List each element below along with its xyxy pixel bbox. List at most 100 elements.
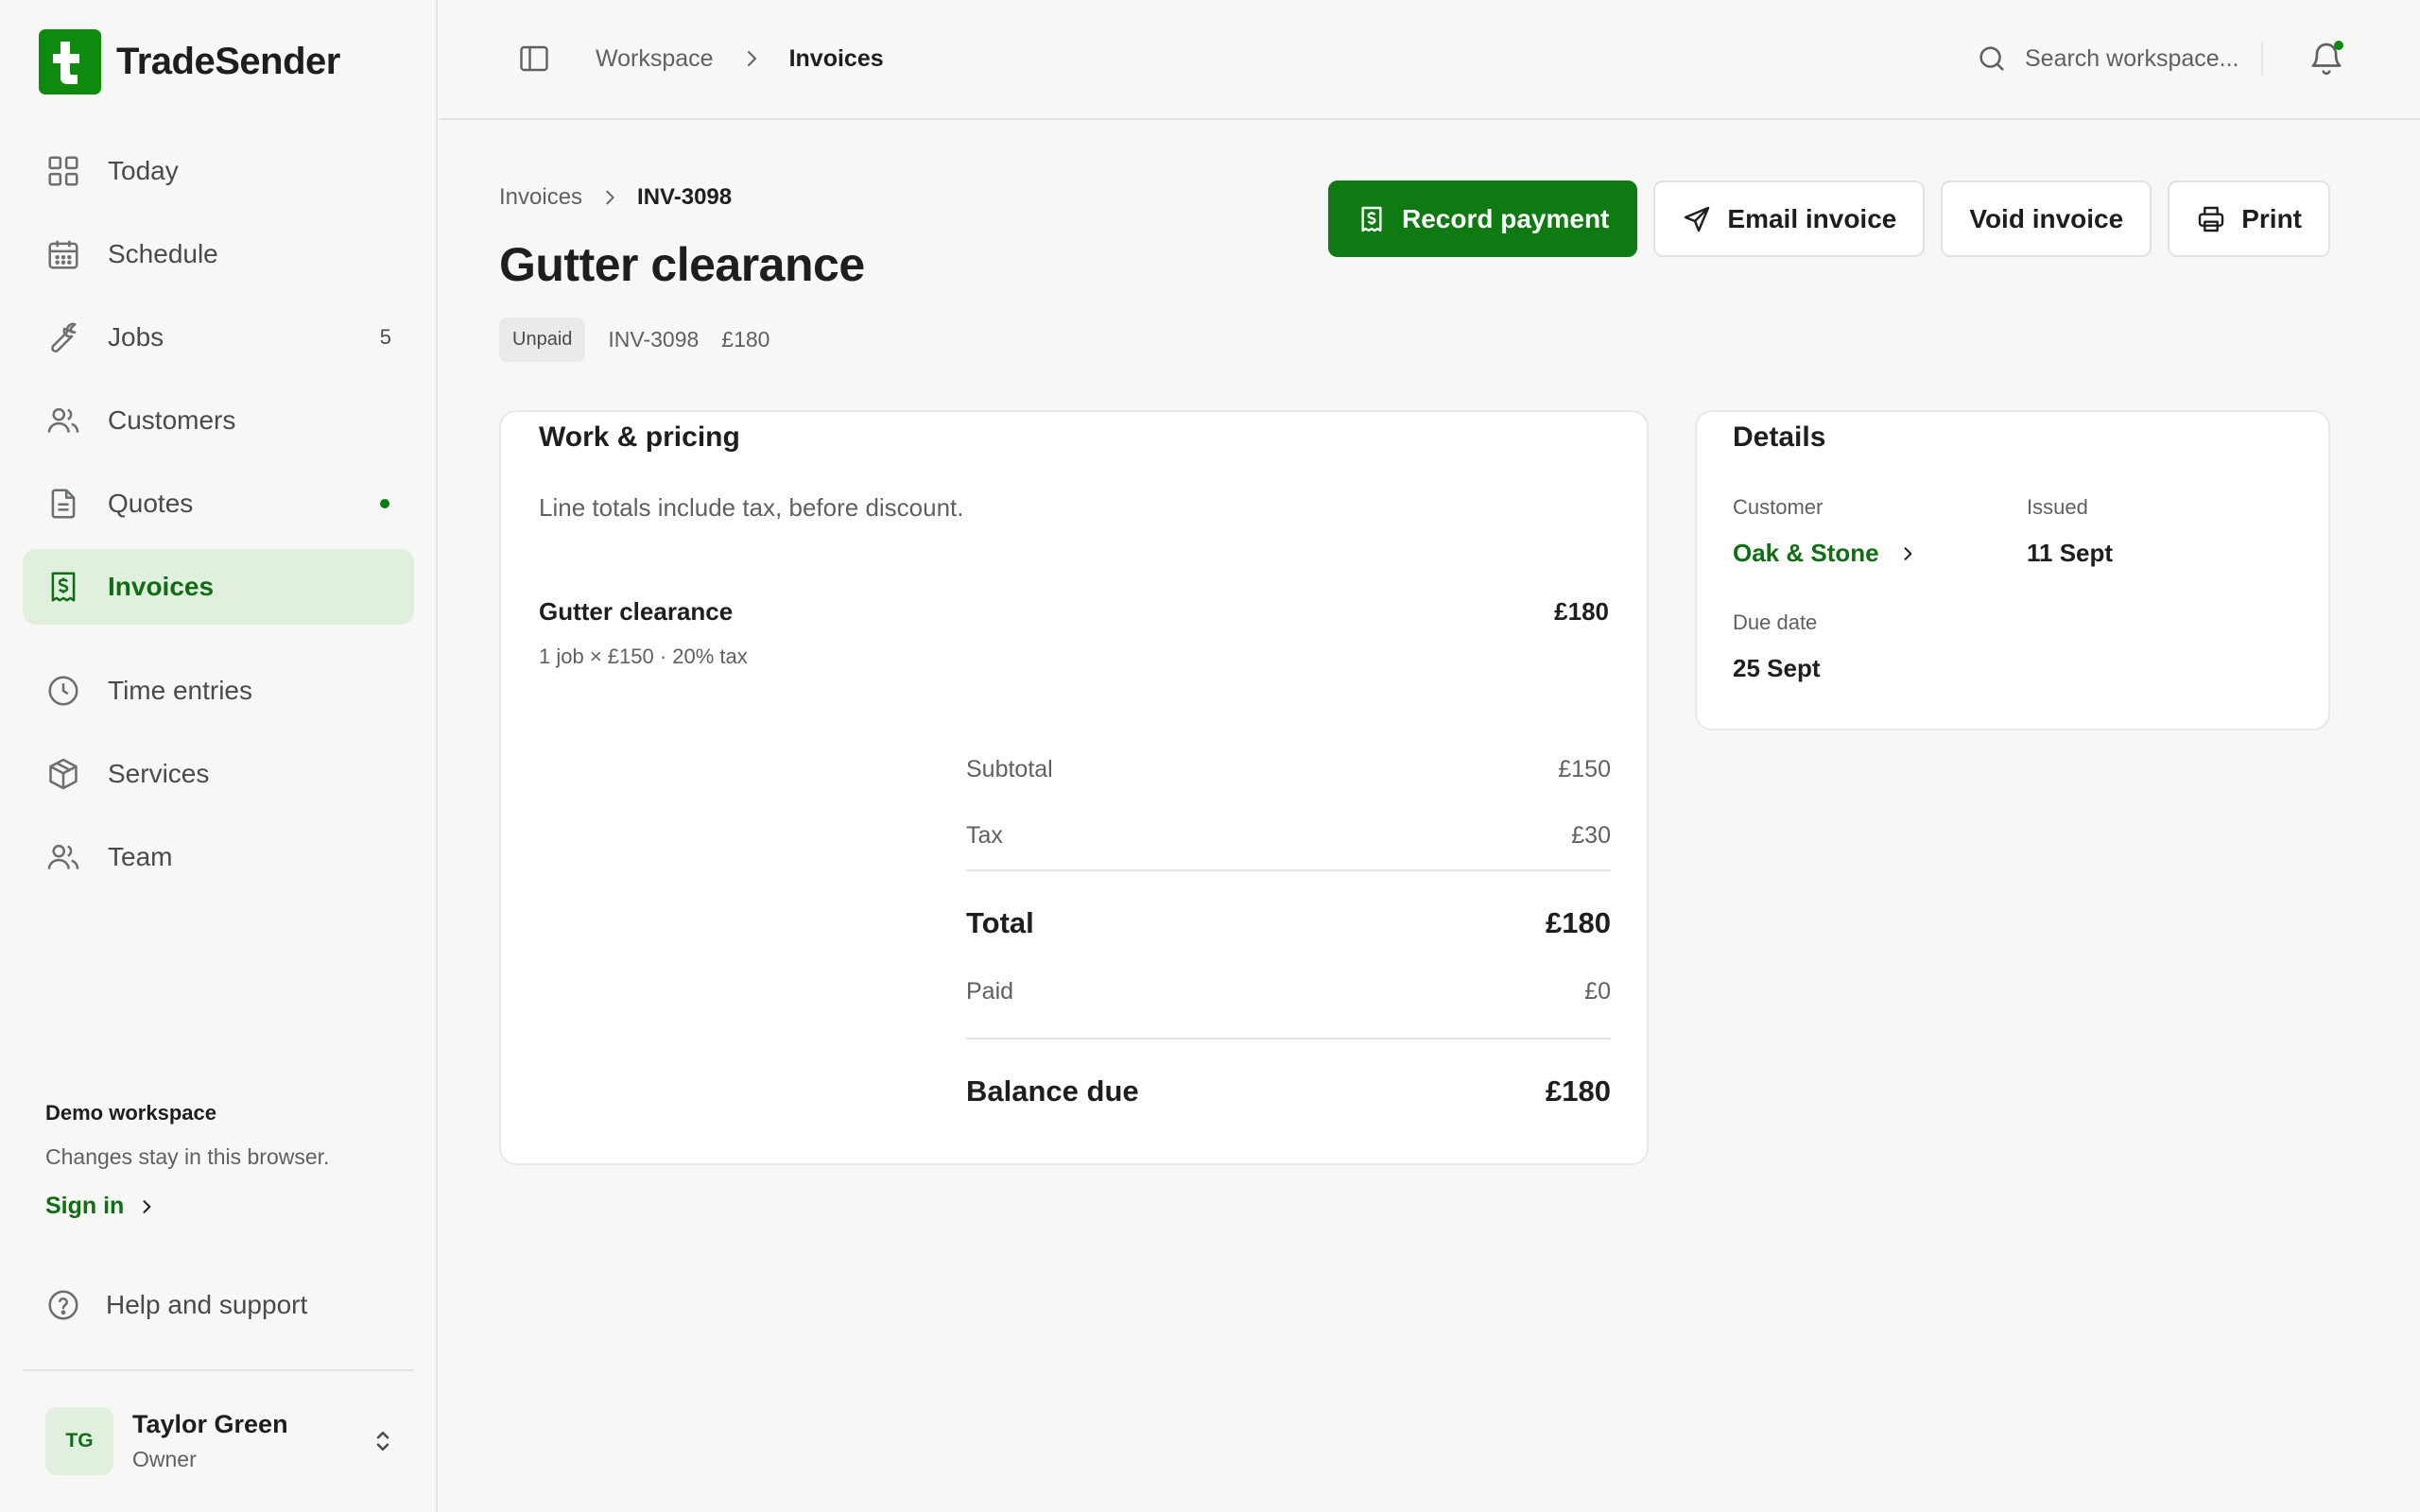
search-placeholder: Search workspace...	[2025, 44, 2239, 72]
issued-date: 11 Sept	[2027, 539, 2114, 567]
breadcrumb-current: INV-3098	[637, 184, 733, 210]
email-invoice-button[interactable]: Email invoice	[1653, 180, 1926, 257]
notifications-button[interactable]	[2308, 40, 2345, 77]
search-input[interactable]: Search workspace...	[1976, 36, 2259, 81]
subtotal-label: Subtotal	[966, 755, 1053, 782]
receipt-icon	[51, 572, 76, 602]
chevron-right-icon	[747, 51, 756, 66]
chevron-right-icon	[143, 1199, 151, 1213]
tax-row: Tax £30	[966, 818, 1611, 852]
demo-workspace-panel: Demo workspace Changes stay in this brow…	[45, 1101, 405, 1220]
sidebar-item-label: Customers	[108, 405, 236, 435]
invoice-meta: Unpaid INV-3098 £180	[499, 318, 769, 362]
user-menu[interactable]: TG Taylor Green Owner	[45, 1405, 397, 1477]
line-item-name: Gutter clearance	[539, 597, 734, 626]
print-button[interactable]: Print	[2168, 180, 2330, 257]
sidebar-item-time-entries[interactable]: Time entries	[23, 653, 414, 729]
sidebar-item-services[interactable]: Services	[23, 736, 414, 812]
due-date-label: Due date	[1733, 610, 1818, 634]
status-badge: Unpaid	[499, 318, 586, 362]
sidebar-nav: Today Schedule Jobs 5 Customers Quotes I…	[23, 133, 414, 902]
sidebar-item-label: Team	[108, 842, 173, 871]
subtotal-value: £150	[1558, 755, 1611, 782]
clock-icon	[48, 676, 78, 706]
total-row: Total £180	[966, 902, 1611, 944]
issued-label: Issued	[2027, 495, 2088, 519]
printer-icon	[2199, 206, 2224, 232]
send-icon	[1685, 206, 1710, 232]
sign-in-label: Sign in	[45, 1193, 125, 1219]
help-label: Help and support	[106, 1290, 308, 1319]
balance-due-row: Balance due £180	[966, 1071, 1611, 1112]
sidebar-item-label: Today	[108, 156, 179, 185]
sidebar-item-label: Jobs	[108, 322, 164, 352]
users-icon	[47, 407, 79, 433]
sidebar-item-jobs[interactable]: Jobs 5	[23, 300, 414, 375]
total-value: £180	[1546, 906, 1611, 939]
users-icon	[47, 844, 79, 869]
sidebar-item-quotes[interactable]: Quotes	[23, 466, 414, 541]
brand[interactable]: TradeSender	[39, 28, 340, 94]
user-info: Taylor Green Owner	[132, 1410, 369, 1472]
chevron-right-icon	[1904, 546, 1911, 560]
sidebar-item-today[interactable]: Today	[23, 133, 414, 209]
help-and-support-link[interactable]: Help and support	[45, 1287, 307, 1323]
chevron-up-down-icon[interactable]	[369, 1424, 397, 1458]
sidebar-item-invoices[interactable]: Invoices	[23, 549, 414, 625]
record-payment-button[interactable]: Record payment	[1327, 180, 1638, 257]
line-item-detail: 1 job × £150 · 20% tax	[539, 644, 748, 668]
package-icon	[49, 758, 78, 790]
work-and-pricing-card: Work & pricing Line totals include tax, …	[499, 410, 1649, 1165]
breadcrumb-workspace[interactable]: Workspace	[596, 45, 714, 73]
tradesender-logo-icon	[39, 28, 101, 94]
sign-in-link[interactable]: Sign in	[45, 1193, 405, 1220]
balance-due-label: Balance due	[966, 1074, 1139, 1108]
details-card: Details Customer Oak & Stone Issued 11 S…	[1695, 410, 2330, 730]
due-date: 25 Sept	[1733, 654, 1821, 682]
sidebar-item-label: Time entries	[108, 676, 253, 705]
quotes-indicator-dot	[380, 499, 389, 508]
demo-description: Changes stay in this browser.	[45, 1144, 330, 1169]
paid-row: Paid £0	[966, 974, 1611, 1008]
void-invoice-button[interactable]: Void invoice	[1941, 180, 2152, 257]
help-circle-icon	[48, 1290, 78, 1320]
sidebar-item-schedule[interactable]: Schedule	[23, 216, 414, 292]
avatar: TG	[45, 1407, 113, 1475]
jobs-count-badge: 5	[379, 325, 391, 349]
email-invoice-label: Email invoice	[1727, 203, 1897, 233]
tax-label: Tax	[966, 821, 1003, 849]
sidebar-item-team[interactable]: Team	[23, 819, 414, 895]
print-label: Print	[2241, 203, 2302, 233]
sidebar-item-label: Schedule	[108, 239, 218, 268]
breadcrumb-invoices[interactable]: Invoices	[499, 184, 582, 211]
subtotal-row: Subtotal £150	[966, 752, 1611, 786]
totals: Subtotal £150 Tax £30 Total £180 Paid £0…	[966, 752, 1611, 1112]
paid-label: Paid	[966, 977, 1014, 1005]
card-title: Work & pricing	[539, 421, 740, 453]
card-title: Details	[1733, 421, 1826, 453]
sidebar-item-label: Invoices	[108, 572, 215, 601]
void-invoice-label: Void invoice	[1969, 203, 2124, 233]
breadcrumb: Workspace Invoices	[596, 42, 884, 76]
document-icon	[51, 489, 76, 519]
balance-due-value: £180	[1546, 1074, 1611, 1108]
sidebar-toggle-icon[interactable]	[517, 42, 551, 76]
invoice-amount: £180	[721, 327, 770, 352]
customer-link[interactable]: Oak & Stone	[1733, 539, 1917, 568]
sidebar-divider	[23, 1369, 414, 1371]
calendar-icon	[48, 240, 78, 269]
customer-label: Customer	[1733, 495, 1824, 519]
brand-name: TradeSender	[116, 40, 340, 82]
invoice-number: INV-3098	[608, 327, 700, 352]
chevron-right-icon	[606, 190, 614, 205]
total-label: Total	[966, 906, 1034, 939]
sidebar-item-customers[interactable]: Customers	[23, 383, 414, 458]
grid-icon	[48, 156, 78, 186]
wrench-icon	[51, 322, 77, 352]
tax-value: £30	[1571, 821, 1611, 849]
totals-divider	[966, 1038, 1611, 1040]
pricing-note: Line totals include tax, before discount…	[539, 493, 964, 522]
receipt-icon	[1361, 206, 1382, 232]
topbar: Workspace Invoices Search workspace...	[440, 0, 2420, 120]
